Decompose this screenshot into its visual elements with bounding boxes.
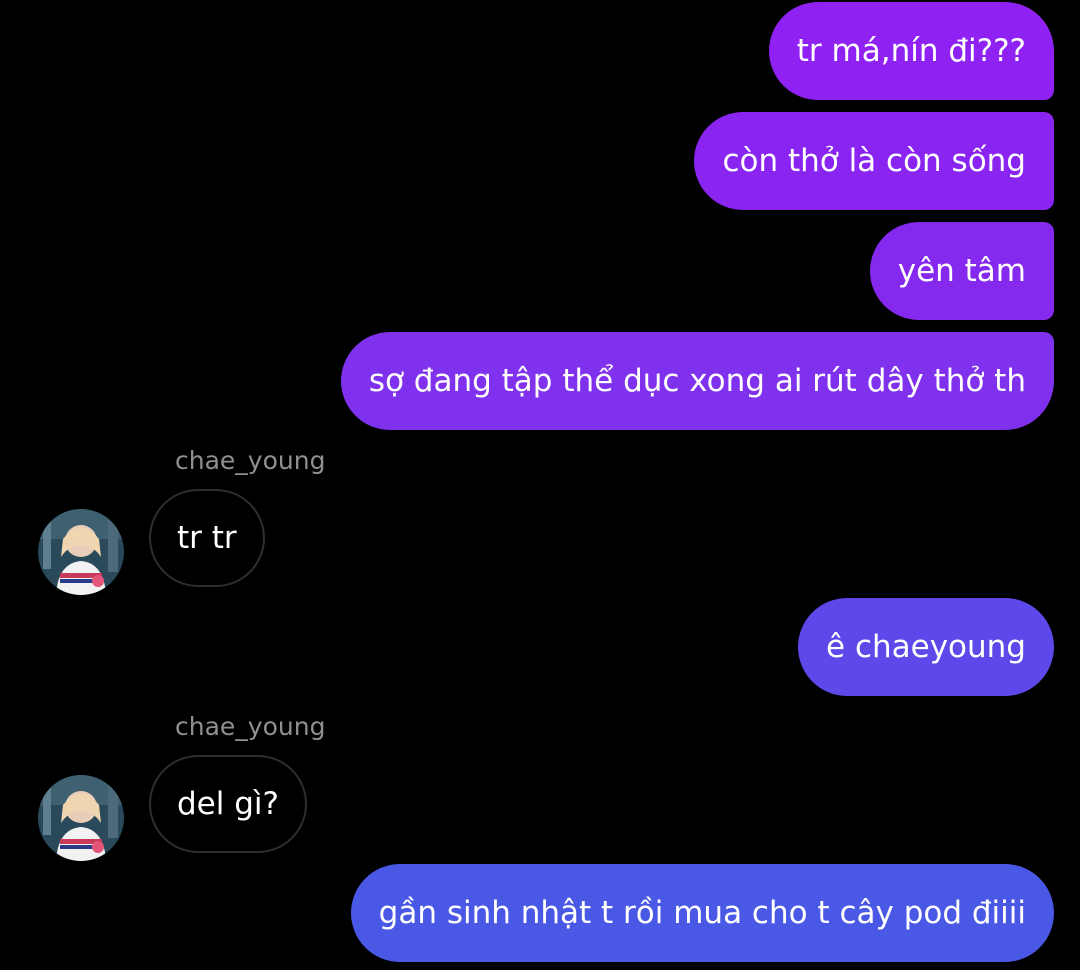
outgoing-message-bubble[interactable]: yên tâm [869, 222, 1054, 320]
message-text: gần sinh nhật t rồi mua cho t cây pod đi… [378, 895, 1026, 931]
message-text: tr tr [177, 520, 237, 556]
sender-name: chae_young [175, 446, 326, 475]
avatar-image [38, 775, 124, 861]
user-avatar-icon[interactable] [38, 775, 124, 861]
chat-thread: tr má,nín đi??? còn thở là còn sống yên … [0, 0, 1080, 970]
outgoing-message-bubble[interactable]: còn thở là còn sống [694, 112, 1054, 210]
message-text: del gì? [177, 786, 279, 822]
message-text: yên tâm [897, 253, 1026, 289]
outgoing-message-bubble[interactable]: gần sinh nhật t rồi mua cho t cây pod đi… [350, 864, 1054, 962]
avatar-image [38, 509, 124, 595]
incoming-message-bubble[interactable]: del gì? [149, 755, 307, 853]
user-avatar-icon[interactable] [38, 509, 124, 595]
outgoing-message-bubble[interactable]: sợ đang tập thể dục xong ai rút dây thở … [340, 332, 1054, 430]
message-text: tr má,nín đi??? [796, 33, 1026, 69]
message-text: sợ đang tập thể dục xong ai rút dây thở … [368, 363, 1026, 399]
message-text: ê chaeyoung [826, 629, 1026, 665]
incoming-message-bubble[interactable]: tr tr [149, 489, 265, 587]
message-text: còn thở là còn sống [722, 143, 1026, 179]
sender-name: chae_young [175, 712, 326, 741]
outgoing-message-bubble[interactable]: ê chaeyoung [798, 598, 1054, 696]
outgoing-message-bubble[interactable]: tr má,nín đi??? [768, 2, 1054, 100]
